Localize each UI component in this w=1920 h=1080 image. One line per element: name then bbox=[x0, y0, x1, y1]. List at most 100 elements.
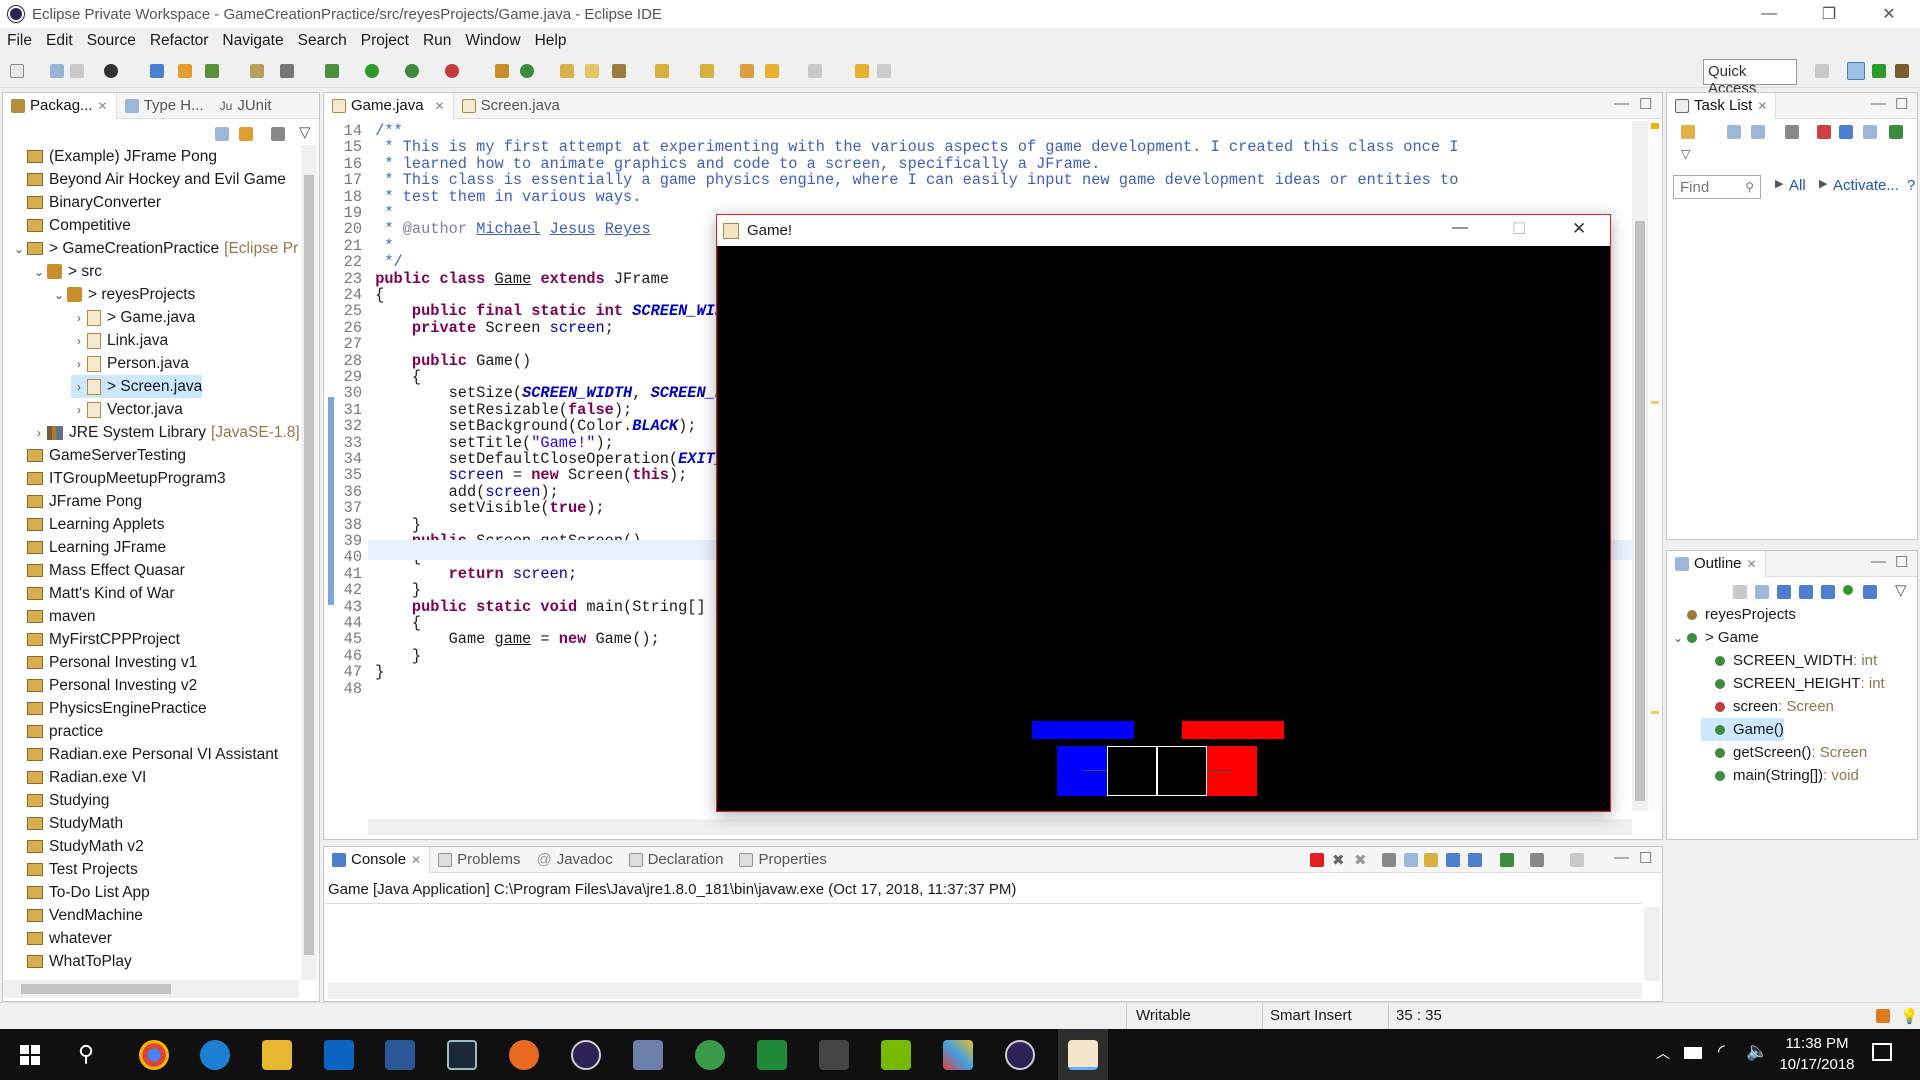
mixed-reality-icon[interactable] bbox=[819, 1040, 849, 1070]
code-line[interactable]: 30 setSize(SCREEN_WIDTH, SCREEN_HE bbox=[332, 385, 733, 401]
tree-item[interactable]: Radian.exe VI bbox=[11, 766, 146, 789]
run-icon[interactable] bbox=[365, 64, 379, 78]
menu-project[interactable]: Project bbox=[354, 32, 416, 50]
globe-app-icon[interactable] bbox=[695, 1040, 725, 1070]
code-line[interactable]: 28 public Game() bbox=[332, 353, 531, 369]
search-icon[interactable]: ⚲ bbox=[78, 1041, 94, 1067]
open-perspective-icon[interactable] bbox=[1815, 64, 1829, 78]
skip-breakpoints-icon[interactable] bbox=[150, 64, 164, 78]
hide-fields-icon[interactable] bbox=[1777, 585, 1791, 599]
close-icon[interactable]: ✕ bbox=[411, 853, 421, 867]
code-line[interactable]: 24 { bbox=[332, 287, 384, 303]
sync-icon[interactable] bbox=[1863, 125, 1877, 139]
edge-icon[interactable] bbox=[200, 1040, 230, 1070]
warning-marker[interactable] bbox=[1651, 123, 1659, 129]
code-line[interactable]: 22 */ bbox=[332, 254, 403, 270]
close-button[interactable]: ✕ bbox=[1860, 0, 1918, 28]
tree-item[interactable]: ›Person.java bbox=[71, 352, 189, 375]
code-line[interactable]: 41 return screen; bbox=[332, 566, 577, 582]
tab-type-hierarchy[interactable]: Type H... bbox=[117, 93, 212, 119]
maximize-view-icon[interactable]: ☐ bbox=[1639, 849, 1652, 867]
occurrence-marker[interactable] bbox=[1651, 711, 1659, 714]
save-icon[interactable] bbox=[50, 64, 64, 78]
external-tools-icon[interactable] bbox=[445, 64, 459, 78]
minimize-view-icon[interactable]: — bbox=[1871, 95, 1886, 112]
menu-refactor[interactable]: Refactor bbox=[143, 32, 216, 50]
help-icon[interactable]: ? bbox=[1907, 177, 1915, 194]
coverage-icon[interactable] bbox=[405, 64, 419, 78]
code-line[interactable]: 27 bbox=[332, 336, 375, 352]
nvidia-icon[interactable] bbox=[881, 1040, 911, 1070]
tree-item[interactable]: ⌄> reyesProjects bbox=[51, 283, 195, 306]
battery-icon[interactable] bbox=[1684, 1047, 1702, 1059]
console-horizontal-scrollbar[interactable] bbox=[328, 983, 1642, 999]
code-line[interactable]: 34 setDefaultCloseOperation(EXIT_O bbox=[332, 451, 733, 467]
code-line[interactable]: 42 } bbox=[332, 582, 421, 598]
tab-screen-java[interactable]: Screen.java bbox=[454, 93, 568, 119]
notifications-icon[interactable] bbox=[1872, 1043, 1892, 1061]
link-editor-icon[interactable] bbox=[239, 127, 253, 141]
game-window[interactable]: Game! — ☐ ✕ bbox=[716, 214, 1611, 812]
windows-start-icon[interactable] bbox=[20, 1045, 40, 1065]
code-line[interactable]: 15 * This is my first attempt at experim… bbox=[332, 139, 1458, 155]
java-perspective-icon[interactable] bbox=[1847, 62, 1865, 80]
quick-access-input[interactable]: Quick Access bbox=[1703, 59, 1797, 85]
new-icon[interactable] bbox=[10, 64, 24, 78]
new-java-project-icon[interactable] bbox=[495, 64, 509, 78]
tree-item[interactable]: Test Projects bbox=[11, 858, 138, 881]
code-line[interactable]: 36 add(screen); bbox=[332, 484, 559, 500]
code-line[interactable]: 37 setVisible(true); bbox=[332, 500, 605, 516]
tree-item[interactable]: Studying bbox=[11, 789, 109, 812]
outlook-icon[interactable] bbox=[324, 1040, 354, 1070]
focus-icon[interactable] bbox=[271, 127, 285, 141]
eclipse-taskbar-icon-2[interactable] bbox=[1005, 1040, 1035, 1070]
minimize-view-icon[interactable]: — bbox=[1614, 95, 1629, 112]
tab-task-list[interactable]: Task List ✕ bbox=[1667, 93, 1776, 119]
outline-item[interactable]: main(String[]) : void bbox=[1701, 764, 1859, 787]
menu-source[interactable]: Source bbox=[80, 32, 143, 50]
menu-edit[interactable]: Edit bbox=[39, 32, 80, 50]
forward-icon[interactable] bbox=[808, 64, 822, 78]
code-line[interactable]: 47 } bbox=[332, 664, 384, 680]
outline-item[interactable]: screen : Screen bbox=[1701, 695, 1834, 718]
hide-completed-icon[interactable] bbox=[1785, 125, 1799, 139]
clear-console-icon[interactable] bbox=[1382, 853, 1396, 867]
remove-all-icon[interactable]: ✖ bbox=[1354, 851, 1367, 869]
remove-launch-icon[interactable]: ✖ bbox=[1332, 851, 1345, 869]
maximize-view-icon[interactable]: ☐ bbox=[1639, 95, 1652, 113]
terminate-icon[interactable] bbox=[1310, 853, 1324, 867]
show-stderr-icon[interactable] bbox=[1468, 853, 1482, 867]
steam-icon[interactable] bbox=[447, 1040, 477, 1070]
maximize-view-icon[interactable]: ☐ bbox=[1895, 95, 1908, 113]
tree-item[interactable]: ⌄> GameCreationPractice[Eclipse Priva bbox=[11, 237, 299, 260]
tree-item[interactable]: BinaryConverter bbox=[11, 191, 161, 214]
tree-item[interactable]: Mass Effect Quasar bbox=[11, 559, 185, 582]
code-line[interactable]: 14 /** bbox=[332, 123, 403, 139]
chevron-down-icon[interactable]: ⌄ bbox=[51, 288, 67, 302]
view-menu-icon[interactable]: ▽ bbox=[1895, 581, 1907, 599]
debug-perspective-button-icon[interactable] bbox=[1872, 64, 1886, 78]
view-settings-icon[interactable] bbox=[1889, 125, 1903, 139]
toggle-icon[interactable] bbox=[178, 64, 192, 78]
tree-item[interactable]: Radian.exe Personal VI Assistant bbox=[11, 743, 278, 766]
chrome-icon[interactable] bbox=[139, 1040, 169, 1070]
maximize-view-icon[interactable]: ☐ bbox=[1895, 553, 1908, 571]
file-explorer-icon[interactable] bbox=[262, 1040, 292, 1070]
code-line[interactable]: 23 public class Game extends JFrame bbox=[332, 271, 669, 287]
word-icon[interactable] bbox=[385, 1040, 415, 1070]
chevron-right-icon[interactable]: › bbox=[71, 357, 87, 371]
show-stdout-icon[interactable] bbox=[1446, 853, 1460, 867]
close-icon[interactable]: ✕ bbox=[435, 99, 445, 113]
minimize-view-icon[interactable]: — bbox=[1871, 553, 1886, 570]
code-line[interactable]: 46 } bbox=[332, 648, 421, 664]
scrollbar-thumb[interactable] bbox=[1635, 221, 1645, 801]
tree-item[interactable]: whatever bbox=[11, 927, 112, 950]
tab-javadoc[interactable]: @ Javadoc bbox=[528, 847, 620, 873]
debug-icon[interactable] bbox=[325, 64, 339, 78]
scrollbar-thumb[interactable] bbox=[21, 984, 171, 994]
code-line[interactable]: 16 * learned how to animate graphics and… bbox=[332, 156, 1100, 172]
menu-search[interactable]: Search bbox=[291, 32, 354, 50]
close-icon[interactable]: ✕ bbox=[98, 99, 108, 113]
show-whitespace-icon[interactable] bbox=[280, 64, 294, 78]
tab-declaration[interactable]: Declaration bbox=[621, 847, 732, 873]
